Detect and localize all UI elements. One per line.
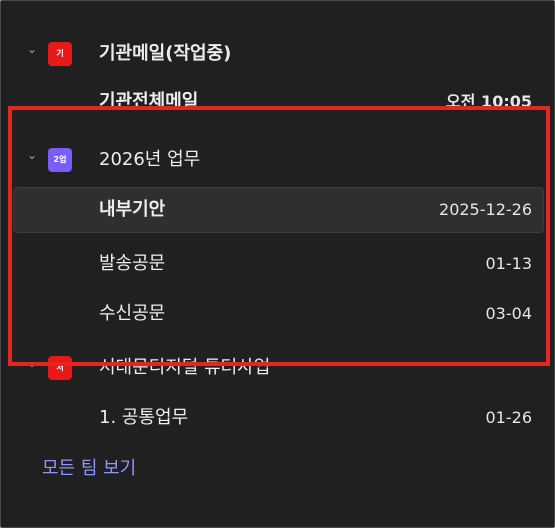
item-title: 기관전체메일 [99,91,199,112]
chevron-down-icon[interactable]: ⌄ [27,43,39,55]
group-title: 서대문디지털 튜터사업 [99,357,271,378]
team-badge-icon: 기 [48,42,72,66]
see-all-teams-link[interactable]: 모든 팀 보기 [42,457,136,481]
group-header-2026년-업무[interactable]: ⌄ 2업 2026년 업무 [1,137,554,183]
team-badge-icon: 2업 [48,148,72,172]
item-title: 발송공문 [99,253,166,274]
item-date: 2025-12-26 [439,200,532,219]
list-item[interactable]: 발송공문 01-13 [1,241,554,287]
item-title: 내부기안 [99,199,166,220]
item-date: 오전 10:05 [446,92,532,111]
chevron-down-icon[interactable]: ⌄ [27,149,39,161]
item-date: 01-26 [485,408,533,427]
list-item-active[interactable]: 내부기안 2025-12-26 [1,187,554,233]
chevron-down-icon[interactable]: ⌄ [27,357,39,369]
item-title: 1. 공통업무 [99,407,189,428]
group-header-서대문디지털[interactable]: ⌄ 서 서대문디지털 튜터사업 [1,345,554,391]
team-list-panel: ⌄ 기 기관메일(작업중) 기관전체메일 오전 10:05 ⌄ 2업 2026년… [0,0,555,528]
group-header-기관메일[interactable]: ⌄ 기 기관메일(작업중) [1,31,554,77]
list-item[interactable]: 기관전체메일 오전 10:05 [1,79,554,125]
item-date: 01-13 [485,254,533,273]
list-item[interactable]: 수신공문 03-04 [1,291,554,337]
team-badge-icon: 서 [48,356,72,380]
group-title: 2026년 업무 [99,149,201,170]
item-date: 03-04 [485,304,533,323]
list-item[interactable]: 1. 공통업무 01-26 [1,395,554,441]
item-title: 수신공문 [99,303,166,324]
group-title: 기관메일(작업중) [99,43,232,64]
